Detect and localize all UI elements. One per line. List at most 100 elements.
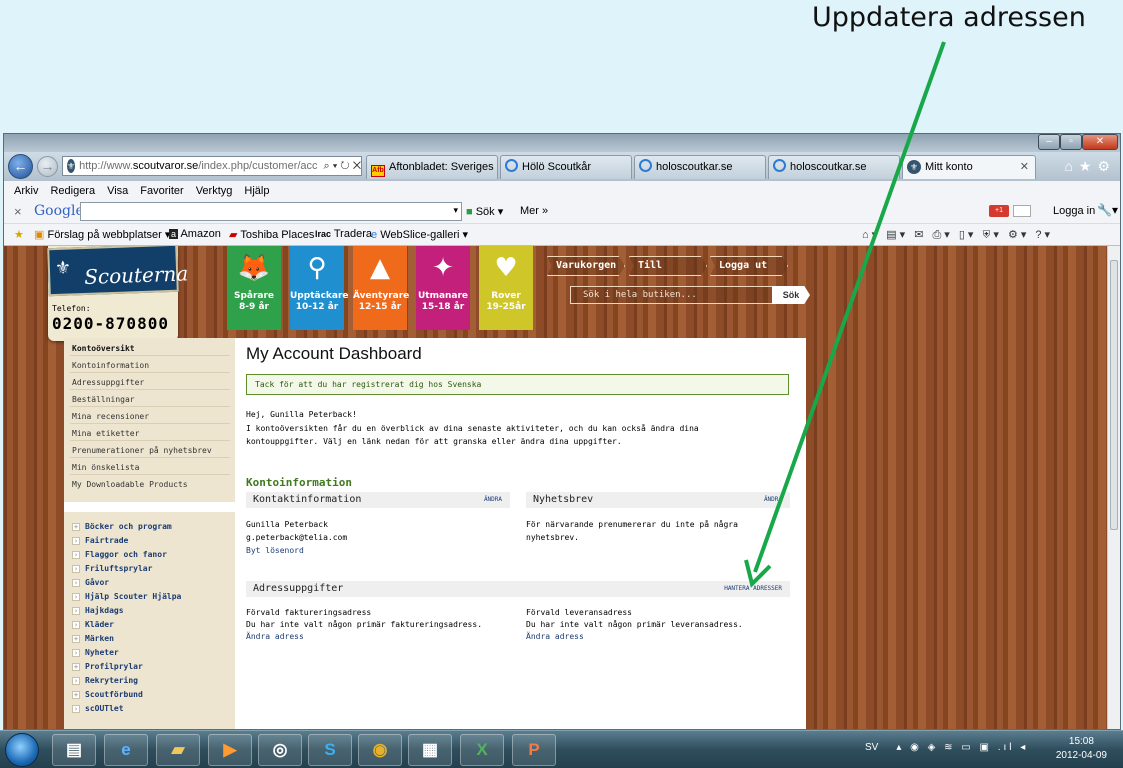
amazon-icon: a bbox=[169, 229, 179, 239]
skype-icon[interactable]: S bbox=[308, 734, 352, 766]
vertical-scrollbar[interactable] bbox=[1107, 246, 1120, 729]
scrollbar-thumb[interactable] bbox=[1110, 260, 1118, 530]
close-icon[interactable]: ✕ bbox=[1082, 134, 1118, 150]
manage-addresses-link[interactable]: HANTERA ADRESSER bbox=[724, 581, 782, 597]
disc-icon[interactable]: ◎ bbox=[258, 734, 302, 766]
google-search-button[interactable]: ■ Sök ▾ bbox=[466, 205, 503, 218]
category-label: Flaggor och fanor bbox=[85, 550, 167, 559]
home-star-gear-icons[interactable]: ⌂★⚙ bbox=[1064, 158, 1116, 175]
newsletter-box-header: Nyhetsbrev ÄNDRA bbox=[526, 492, 790, 508]
checkout-link[interactable]: Till kassen bbox=[629, 256, 707, 276]
change-password-link[interactable]: Byt lösenord bbox=[246, 546, 304, 555]
start-button[interactable] bbox=[5, 733, 39, 767]
address-actions-icon[interactable]: ⌕ ▾ ↻ ✕ bbox=[324, 160, 361, 173]
shop-search-input[interactable]: Sök i hela butiken... bbox=[570, 286, 782, 304]
shop-search-button[interactable]: Sök bbox=[772, 286, 810, 304]
shipping-edit-address-link[interactable]: Ändra adress bbox=[526, 632, 584, 641]
cart-link[interactable]: Varukorgen bbox=[547, 256, 625, 276]
nav-tags[interactable]: Mina etiketter bbox=[72, 429, 139, 438]
menu-visa[interactable]: Visa bbox=[107, 185, 128, 197]
menu-verktyg[interactable]: Verktyg bbox=[196, 185, 233, 197]
nav-account-info[interactable]: Kontoinformation bbox=[72, 361, 149, 370]
menu-arkiv[interactable]: Arkiv bbox=[14, 185, 38, 197]
tab-holo-scoutkar[interactable]: Hölö Scoutkår bbox=[500, 155, 632, 179]
tab-holoscoutkar-1[interactable]: holoscoutkar.se bbox=[634, 155, 766, 179]
address-bar[interactable]: ⚜ http://www. scoutvaror.se/index.php/cus… bbox=[62, 156, 362, 176]
fav-toshiba-places[interactable]: ▰ Toshiba Places bbox=[229, 228, 314, 241]
menu-redigera[interactable]: Redigera bbox=[50, 185, 95, 197]
category-item[interactable]: › Gåvor bbox=[72, 578, 109, 587]
excel-icon[interactable]: X bbox=[460, 734, 504, 766]
category-item[interactable]: + Böcker och program bbox=[72, 522, 172, 531]
category-item[interactable]: › Rekrytering bbox=[72, 676, 138, 685]
wrench-icon[interactable]: 🔧▾ bbox=[1097, 203, 1118, 217]
nav-downloadable-products[interactable]: My Downloadable Products bbox=[72, 480, 188, 489]
fav-webslice-gallery[interactable]: e WebSlice-galleri ▾ bbox=[371, 228, 468, 241]
chrome-icon[interactable]: ◉ bbox=[358, 734, 402, 766]
age-group-sparare[interactable]: 🦊 Spårare 8-9 år bbox=[227, 246, 281, 330]
tab-holoscoutkar-2[interactable]: holoscoutkar.se bbox=[768, 155, 900, 179]
age-group-aventyrare[interactable]: ▲ Äventyrare 12-15 år bbox=[353, 246, 409, 330]
tab-aftonbladet[interactable]: AfbAftonbladet: Sveriges n... bbox=[366, 155, 498, 179]
divider bbox=[70, 423, 230, 424]
tab-close-icon[interactable]: ✕ bbox=[1020, 156, 1029, 178]
fav-suggested-sites[interactable]: ▣ Förslag på webbplatser ▾ bbox=[34, 228, 170, 241]
category-item[interactable]: + Märken bbox=[72, 634, 114, 643]
nav-reviews[interactable]: Mina recensioner bbox=[72, 412, 149, 421]
folder-icon[interactable]: ▰ bbox=[156, 734, 200, 766]
favorites-star-icon[interactable]: ★ bbox=[14, 228, 24, 241]
category-item[interactable]: › Hajkdags bbox=[72, 606, 124, 615]
logo-badge: ⚜ Scouterna bbox=[47, 246, 189, 297]
google-plus-icon[interactable]: +1 bbox=[989, 205, 1009, 217]
fox-icon: 🦊 bbox=[237, 253, 271, 283]
category-item[interactable]: + Scoutförbund bbox=[72, 690, 143, 699]
category-item[interactable]: › Flaggor och fanor bbox=[72, 550, 167, 559]
category-item[interactable]: › scOUTlet bbox=[72, 704, 124, 713]
google-search-input[interactable]: ▾ bbox=[80, 202, 462, 221]
intro-text-line1: I kontoöversikten får du en överblick av… bbox=[246, 424, 699, 433]
category-item[interactable]: › Fairtrade bbox=[72, 536, 128, 545]
google-login-link[interactable]: Logga in bbox=[1053, 205, 1095, 217]
google-more-button[interactable]: Mer » bbox=[520, 205, 548, 217]
command-bar-icons[interactable]: ⌂▾ ▤▾ ✉ ⎙▾ ▯▾ ⛨▾ ⚙▾ ?▾ bbox=[862, 228, 1053, 242]
powerpoint-icon[interactable]: P bbox=[512, 734, 556, 766]
nav-account-overview[interactable]: Kontoöversikt bbox=[72, 344, 135, 353]
newsletter-edit-link[interactable]: ÄNDRA bbox=[764, 492, 782, 508]
fav-tradera[interactable]: lrac Tradera bbox=[315, 228, 372, 240]
nav-wishlist[interactable]: Min önskelista bbox=[72, 463, 139, 472]
menu-favoriter[interactable]: Favoriter bbox=[140, 185, 183, 197]
internet-explorer-icon[interactable]: e bbox=[104, 734, 148, 766]
tab-mitt-konto[interactable]: ⚜ Mitt konto ✕ bbox=[902, 155, 1036, 179]
calculator-icon[interactable]: ▦ bbox=[408, 734, 452, 766]
language-indicator[interactable]: SV bbox=[865, 742, 878, 753]
minimize-icon[interactable]: – bbox=[1038, 134, 1060, 150]
category-item[interactable]: › Kläder bbox=[72, 620, 114, 629]
clock[interactable]: 15:08 2012-04-09 bbox=[1056, 735, 1107, 763]
nav-newsletter[interactable]: Prenumerationer på nyhetsbrev bbox=[72, 446, 212, 455]
notification-box[interactable] bbox=[1013, 205, 1031, 217]
contact-box-header: Kontaktinformation ÄNDRA bbox=[246, 492, 510, 508]
fav-amazon[interactable]: a Amazon bbox=[169, 228, 221, 240]
back-button[interactable]: ← bbox=[8, 154, 33, 179]
shipping-address-title: Förvald leveransadress bbox=[526, 608, 632, 617]
category-item[interactable]: › Hjälp Scouter Hjälpa bbox=[72, 592, 181, 601]
logout-link[interactable]: Logga ut bbox=[710, 256, 788, 276]
billing-edit-address-link[interactable]: Ändra adress bbox=[246, 632, 304, 641]
toolbar-close-icon[interactable]: × bbox=[14, 204, 22, 219]
contact-edit-link[interactable]: ÄNDRA bbox=[484, 492, 502, 508]
media-player-icon[interactable]: ▶ bbox=[208, 734, 252, 766]
category-item[interactable]: + Profilprylar bbox=[72, 662, 143, 671]
age-group-utmanare[interactable]: ✦ Utmanare 15-18 år bbox=[416, 246, 470, 330]
tray-icons[interactable]: ▴ ◉ ◈ ≋ ▭ ▣ .ıl ◂ bbox=[896, 742, 1028, 753]
age-group-upptackare[interactable]: ⚲ Upptäckare 10-12 år bbox=[290, 246, 349, 330]
scouterna-logo[interactable]: ⚜ Scouterna Telefon: 0200-870800 bbox=[47, 246, 189, 341]
category-item[interactable]: › Friluftsprylar bbox=[72, 564, 152, 573]
age-group-rover[interactable]: ♥ Rover 19-25år bbox=[479, 246, 533, 330]
forward-button[interactable]: → bbox=[37, 156, 58, 177]
menu-hjalp[interactable]: Hjälp bbox=[244, 185, 269, 197]
maximize-icon[interactable]: ▫ bbox=[1060, 134, 1082, 150]
nav-addresses[interactable]: Adressuppgifter bbox=[72, 378, 144, 387]
nav-orders[interactable]: Beställningar bbox=[72, 395, 135, 404]
file-manager-icon[interactable]: ▤ bbox=[52, 734, 96, 766]
category-item[interactable]: › Nyheter bbox=[72, 648, 119, 657]
